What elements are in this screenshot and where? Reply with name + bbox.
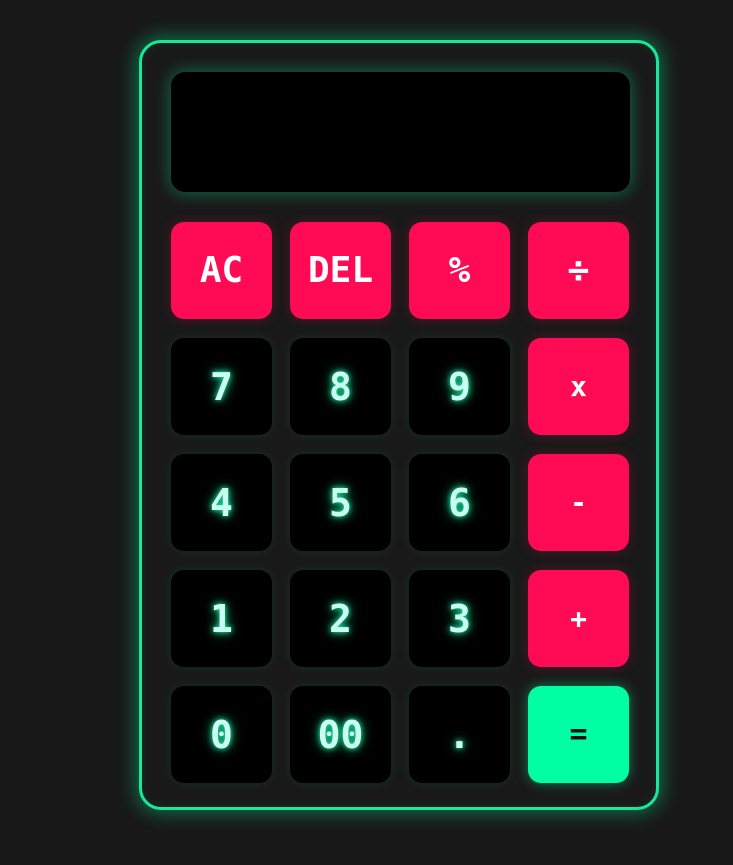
digit-5-button[interactable]: 5 [290,454,391,551]
multiply-button[interactable]: x [528,338,629,435]
keypad: AC DEL % ÷ 7 8 9 x 4 5 6 - 1 2 3 + 0 00 … [171,222,630,783]
all-clear-button[interactable]: AC [171,222,272,319]
digit-1-button[interactable]: 1 [171,570,272,667]
digit-6-button[interactable]: 6 [409,454,510,551]
digit-0-button[interactable]: 0 [171,686,272,783]
digit-8-button[interactable]: 8 [290,338,391,435]
digit-4-button[interactable]: 4 [171,454,272,551]
delete-button[interactable]: DEL [290,222,391,319]
digit-7-button[interactable]: 7 [171,338,272,435]
divide-button[interactable]: ÷ [528,222,629,319]
digit-3-button[interactable]: 3 [409,570,510,667]
digit-2-button[interactable]: 2 [290,570,391,667]
add-button[interactable]: + [528,570,629,667]
subtract-button[interactable]: - [528,454,629,551]
calculator-frame: AC DEL % ÷ 7 8 9 x 4 5 6 - 1 2 3 + 0 00 … [139,40,659,810]
digit-9-button[interactable]: 9 [409,338,510,435]
percent-button[interactable]: % [409,222,510,319]
equals-button[interactable]: = [528,686,629,783]
decimal-point-button[interactable]: . [409,686,510,783]
calculator-display [171,72,630,192]
double-zero-button[interactable]: 00 [290,686,391,783]
